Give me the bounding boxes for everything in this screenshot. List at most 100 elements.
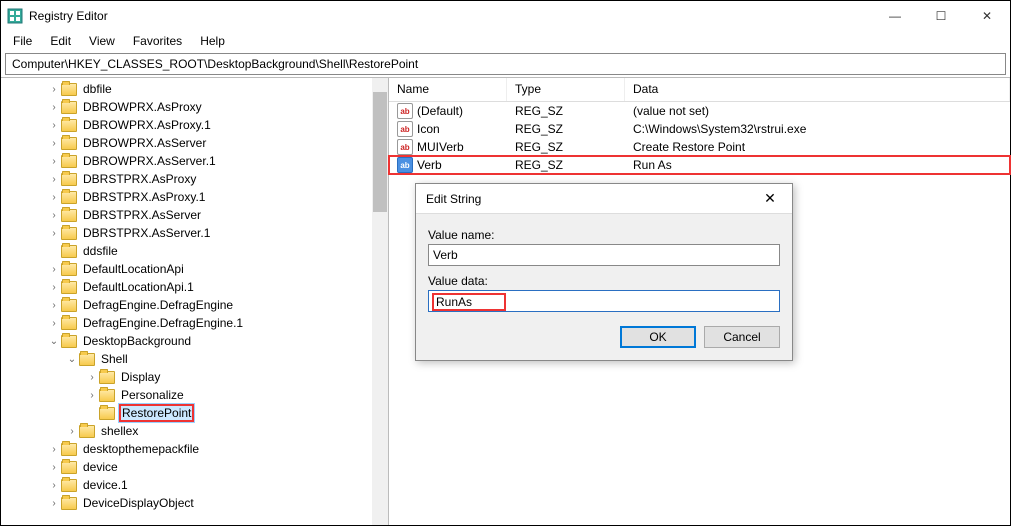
tree-item-devicedisplayobject[interactable]: ›DeviceDisplayObject	[1, 494, 388, 512]
tree-item-shell[interactable]: ⌄Shell	[1, 350, 388, 368]
folder-icon	[61, 101, 77, 114]
tree-item-defaultlocationapi-1[interactable]: ›DefaultLocationApi.1	[1, 278, 388, 296]
tree-label: RestorePoint	[119, 404, 194, 422]
list-row-icon[interactable]: abIconREG_SZC:\Windows\System32\rstrui.e…	[389, 120, 1010, 138]
value-type: REG_SZ	[507, 104, 625, 118]
titlebar: Registry Editor — ☐ ✕	[1, 1, 1010, 31]
ok-button[interactable]: OK	[620, 326, 696, 348]
expander-icon[interactable]: ⌄	[65, 352, 79, 366]
expander-icon[interactable]: ›	[47, 226, 61, 240]
tree-item-desktopthemepackfile[interactable]: › desktopthemepackfile	[1, 440, 388, 458]
tree-item-dbfile[interactable]: › dbfile	[1, 80, 388, 98]
tree-item-ddsfile[interactable]: ddsfile	[1, 242, 388, 260]
tree-label: desktopthemepackfile	[81, 442, 201, 456]
value-data: C:\Windows\System32\rstrui.exe	[625, 122, 1010, 136]
maximize-button[interactable]: ☐	[918, 1, 964, 31]
tree-item-dbrowprx-asserver[interactable]: › DBROWPRX.AsServer	[1, 134, 388, 152]
tree-item-defaultlocationapi[interactable]: › DefaultLocationApi	[1, 260, 388, 278]
edit-string-dialog: Edit String ✕ Value name: Value data: Ru…	[415, 183, 793, 361]
expander-icon[interactable]: ›	[47, 118, 61, 132]
tree-pane[interactable]: › dbfile ›DBROWPRX.AsProxy›DBROWPRX.AsProx…	[1, 78, 389, 525]
folder-icon	[61, 335, 77, 348]
tree-item-display[interactable]: ›Display	[1, 368, 388, 386]
expander-icon[interactable]: ›	[47, 442, 61, 456]
col-data[interactable]: Data	[625, 78, 1010, 101]
tree-item-dbrowprx-asserver-1[interactable]: › DBROWPRX.AsServer.1	[1, 152, 388, 170]
tree-item-dbrstprx-asproxy-1[interactable]: ›DBRSTPRX.AsProxy.1	[1, 188, 388, 206]
col-type[interactable]: Type	[507, 78, 625, 101]
dialog-close-button[interactable]: ✕	[758, 190, 782, 207]
address-bar[interactable]: Computer\HKEY_CLASSES_ROOT\DesktopBackgr…	[5, 53, 1006, 75]
expander-icon[interactable]: ›	[47, 100, 61, 114]
expander-icon[interactable]: ›	[47, 136, 61, 150]
folder-icon	[61, 155, 77, 168]
col-name[interactable]: Name	[389, 78, 507, 101]
tree-item-device-1[interactable]: ›device.1	[1, 476, 388, 494]
tree-label: device	[81, 460, 120, 474]
folder-icon	[61, 443, 77, 456]
tree-item-shellex[interactable]: ›shellex	[1, 422, 388, 440]
tree-scroll-thumb[interactable]	[373, 92, 387, 212]
folder-icon	[61, 281, 77, 294]
dialog-titlebar[interactable]: Edit String ✕	[416, 184, 792, 214]
expander-icon[interactable]: ›	[47, 316, 61, 330]
expander-icon[interactable]: ›	[85, 388, 99, 402]
expander-icon[interactable]: ›	[47, 280, 61, 294]
tree-item-dbrowprx-asproxy[interactable]: ›DBROWPRX.AsProxy	[1, 98, 388, 116]
tree-item-dbrstprx-asproxy[interactable]: › DBRSTPRX.AsProxy	[1, 170, 388, 188]
expander-icon[interactable]: ›	[47, 478, 61, 492]
tree-item-defragengine-defragengine[interactable]: ›DefragEngine.DefragEngine	[1, 296, 388, 314]
folder-icon	[61, 173, 77, 186]
tree-item-desktopbackground[interactable]: ⌄DesktopBackground	[1, 332, 388, 350]
expander-icon[interactable]: ›	[47, 298, 61, 312]
cancel-button[interactable]: Cancel	[704, 326, 780, 348]
list-row--default-[interactable]: ab(Default)REG_SZ(value not set)	[389, 102, 1010, 120]
tree-item-dbrowprx-asproxy-1[interactable]: ›DBROWPRX.AsProxy.1	[1, 116, 388, 134]
string-value-icon: ab	[397, 121, 413, 137]
menu-edit[interactable]: Edit	[42, 32, 79, 50]
string-value-icon: ab	[397, 103, 413, 119]
expander-icon[interactable]: ›	[47, 82, 61, 96]
tree-label: dbfile	[81, 82, 114, 96]
value-data: Run As	[625, 158, 1010, 172]
expander-icon[interactable]: ›	[47, 208, 61, 222]
expander-icon[interactable]: ›	[85, 370, 99, 384]
expander-icon[interactable]: ›	[47, 154, 61, 168]
tree-item-restorepoint[interactable]: RestorePoint	[1, 404, 388, 422]
menu-file[interactable]: File	[5, 32, 40, 50]
tree-label: DBRSTPRX.AsServer.1	[81, 226, 212, 240]
expander-icon[interactable]: ⌄	[47, 334, 61, 348]
tree-item-personalize[interactable]: ›Personalize	[1, 386, 388, 404]
tree-label: DBRSTPRX.AsProxy	[81, 172, 198, 186]
tree-label: DefaultLocationApi	[81, 262, 186, 276]
tree-scrollbar[interactable]	[372, 78, 388, 525]
value-data-label: Value data:	[428, 274, 780, 288]
expander-icon[interactable]: ›	[47, 460, 61, 474]
expander-icon[interactable]: ›	[47, 496, 61, 510]
menu-favorites[interactable]: Favorites	[125, 32, 190, 50]
tree-label: DBROWPRX.AsServer	[81, 136, 208, 150]
value-name-input[interactable]	[428, 244, 780, 266]
tree-item-defragengine-defragengine-1[interactable]: ›DefragEngine.DefragEngine.1	[1, 314, 388, 332]
close-button[interactable]: ✕	[964, 1, 1010, 31]
expander-icon[interactable]: ›	[47, 190, 61, 204]
expander-icon[interactable]: ›	[65, 424, 79, 438]
menubar: File Edit View Favorites Help	[1, 31, 1010, 51]
tree-item-device[interactable]: › device	[1, 458, 388, 476]
list-row-verb[interactable]: abVerbREG_SZRun As	[389, 156, 1010, 174]
tree-label: DBROWPRX.AsServer.1	[81, 154, 218, 168]
list-row-muiverb[interactable]: abMUIVerbREG_SZCreate Restore Point	[389, 138, 1010, 156]
tree-label: ddsfile	[81, 244, 120, 258]
string-value-icon: ab	[397, 157, 413, 173]
expander-icon[interactable]: ›	[47, 172, 61, 186]
folder-icon	[61, 461, 77, 474]
value-data-input[interactable]: RunAs	[428, 290, 780, 312]
expander-icon[interactable]: ›	[47, 262, 61, 276]
string-value-icon: ab	[397, 139, 413, 155]
menu-help[interactable]: Help	[192, 32, 233, 50]
tree-item-dbrstprx-asserver[interactable]: ›DBRSTPRX.AsServer	[1, 206, 388, 224]
value-name-label: Value name:	[428, 228, 780, 242]
minimize-button[interactable]: —	[872, 1, 918, 31]
tree-item-dbrstprx-asserver-1[interactable]: › DBRSTPRX.AsServer.1	[1, 224, 388, 242]
menu-view[interactable]: View	[81, 32, 123, 50]
